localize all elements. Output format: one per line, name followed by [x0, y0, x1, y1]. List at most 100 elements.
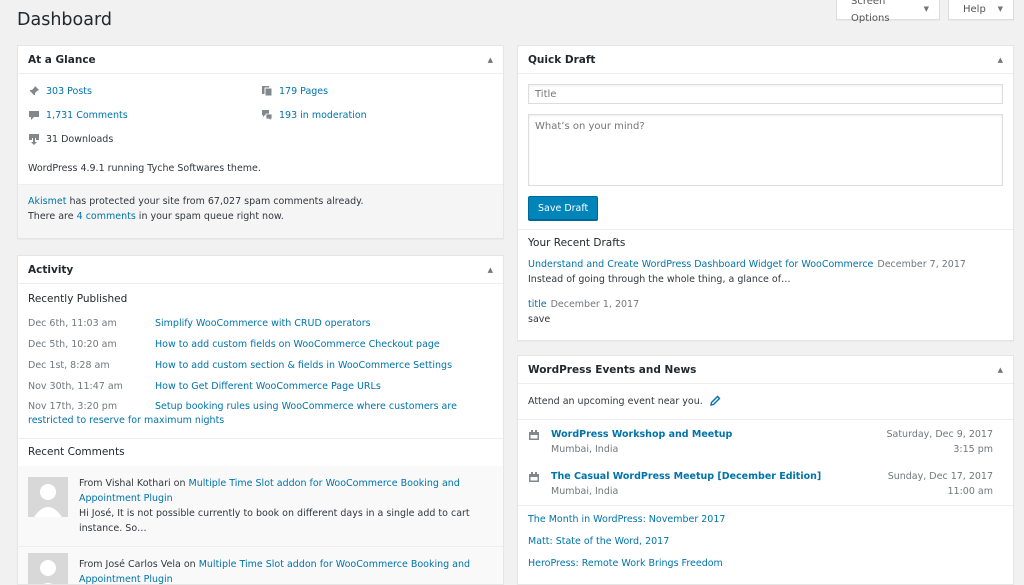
draft-item: Understand and Create WordPress Dashboar… — [528, 257, 1003, 287]
post-date: Nov 17th, 3:20 pm — [28, 401, 118, 412]
help-label: Help — [963, 4, 986, 15]
news-link[interactable]: The Month in WordPress: November 2017 — [528, 514, 725, 525]
event-location: Mumbai, India — [551, 486, 619, 497]
save-draft-button[interactable]: Save Draft — [528, 196, 599, 220]
caret-down-icon: ▼ — [997, 5, 1003, 13]
pencil-edit-icon[interactable] — [709, 395, 721, 407]
glance-pages-link[interactable]: 179 Pages — [279, 86, 328, 97]
quick-draft-widget: Quick Draft ▲ Save Draft Your Recent Dra… — [517, 45, 1014, 341]
recently-published-heading: Recently Published — [28, 293, 128, 305]
comment-item: From José Carlos Vela on Multiple Time S… — [18, 547, 503, 584]
glance-items: 303 Posts 179 Pages 1,731 Comments 193 i… — [18, 74, 503, 145]
akismet-line2-pre: There are — [28, 211, 77, 222]
pin-icon — [29, 86, 39, 96]
draft-title-link[interactable]: Understand and Create WordPress Dashboar… — [528, 259, 873, 270]
comment-author: From Vishal Kothari on — [79, 478, 189, 489]
widget-title: Activity — [28, 263, 74, 276]
draft-date: December 1, 2017 — [550, 299, 640, 310]
calendar-meetup-icon — [529, 472, 539, 482]
wordpress-version-text: WordPress 4.9.1 running Tyche Softwares … — [28, 163, 261, 174]
post-date: Dec 5th, 10:20 am — [28, 339, 117, 350]
divider — [518, 419, 1013, 420]
glance-comments-link[interactable]: 1,731 Comments — [46, 110, 128, 121]
list-item: Nov 17th, 3:20 pm Setup booking rules us… — [28, 400, 463, 428]
events-intro-text: Attend an upcoming event near you. — [528, 395, 703, 407]
at-a-glance-widget: At a Glance ▲ 303 Posts 179 Pages 1,731 … — [17, 45, 504, 239]
collapse-toggle-icon[interactable]: ▲ — [998, 56, 1003, 64]
event-item: The Casual WordPress Meetup [December Ed… — [518, 469, 1013, 501]
glance-comments[interactable]: 1,731 Comments — [28, 109, 128, 121]
comment-item: From Vishal Kothari on Multiple Time Slo… — [18, 466, 503, 546]
news-link[interactable]: Matt: State of the Word, 2017 — [528, 536, 669, 547]
events-intro: Attend an upcoming event near you. — [528, 395, 721, 407]
recent-comments-heading: Recent Comments — [28, 446, 125, 458]
post-link[interactable]: How to Get Different WooCommerce Page UR… — [155, 380, 493, 394]
draft-item: title December 1, 2017 save — [528, 297, 1003, 327]
pages-icon — [262, 86, 273, 97]
divider — [518, 229, 1013, 230]
event-time: 11:00 am — [947, 486, 993, 497]
events-news-widget: WordPress Events and News ▲ Attend an up… — [517, 355, 1014, 585]
screen-options-button[interactable]: Screen Options ▼ — [836, 0, 940, 24]
news-link[interactable]: HeroPress: Remote Work Brings Freedom — [528, 558, 723, 569]
help-button[interactable]: Help ▼ — [948, 0, 1014, 20]
glance-posts[interactable]: 303 Posts — [28, 85, 92, 97]
spam-queue-link[interactable]: 4 comments — [77, 211, 136, 222]
akismet-link[interactable]: Akismet — [28, 196, 66, 207]
post-date: Nov 30th, 11:47 am — [28, 381, 123, 392]
download-icon — [29, 134, 39, 145]
event-location: Mumbai, India — [551, 444, 619, 455]
comment-excerpt: Hi José, It is not possible currently to… — [79, 508, 470, 534]
recent-drafts-heading: Your Recent Drafts — [528, 237, 626, 249]
akismet-line2-post: in your spam queue right now. — [135, 211, 284, 222]
widget-title: WordPress Events and News — [528, 363, 697, 376]
screen-options-label: Screen Options — [851, 0, 890, 24]
calendar-meetup-icon — [529, 430, 539, 440]
glance-moderation-link[interactable]: 193 in moderation — [279, 110, 367, 121]
screen-meta-links: Screen Options ▼ Help ▼ — [836, 0, 1014, 24]
post-date: Dec 6th, 11:03 am — [28, 318, 117, 329]
draft-title-input[interactable] — [528, 84, 1003, 104]
widget-title: Quick Draft — [528, 53, 596, 66]
caret-down-icon: ▼ — [923, 5, 929, 13]
event-time: 3:15 pm — [953, 444, 993, 455]
post-link[interactable]: Simplify WooCommerce with CRUD operators — [155, 317, 493, 331]
event-title-link[interactable]: The Casual WordPress Meetup [December Ed… — [551, 469, 821, 484]
divider — [18, 438, 503, 439]
avatar — [28, 477, 68, 517]
glance-posts-link[interactable]: 303 Posts — [46, 86, 92, 97]
glance-downloads: 31 Downloads — [28, 133, 113, 145]
avatar-placeholder-icon — [28, 553, 68, 584]
activity-widget: Activity ▲ Recently Published Dec 6th, 1… — [17, 255, 504, 585]
widget-header[interactable]: WordPress Events and News ▲ — [518, 356, 1013, 384]
widget-header[interactable]: Activity ▲ — [18, 256, 503, 284]
comment-author: From José Carlos Vela on — [79, 559, 199, 570]
akismet-summary: Akismet has protected your site from 67,… — [18, 184, 503, 238]
collapse-toggle-icon[interactable]: ▲ — [998, 366, 1003, 374]
avatar-placeholder-icon — [28, 477, 68, 517]
glance-downloads-label: 31 Downloads — [46, 133, 114, 145]
comment-body: From José Carlos Vela on Multiple Time S… — [79, 557, 478, 584]
event-item: WordPress Workshop and Meetup Mumbai, In… — [518, 427, 1013, 459]
collapse-toggle-icon[interactable]: ▲ — [488, 266, 493, 274]
post-link[interactable]: How to add custom fields on WooCommerce … — [155, 338, 493, 352]
comment-icon — [29, 111, 39, 120]
avatar — [28, 553, 68, 584]
page-title: Dashboard — [17, 10, 112, 30]
widget-header[interactable]: Quick Draft ▲ — [518, 46, 1013, 74]
event-date: Sunday, Dec 17, 2017 — [887, 471, 993, 482]
glance-moderation[interactable]: 193 in moderation — [261, 109, 367, 121]
widget-header[interactable]: At a Glance ▲ — [18, 46, 503, 74]
collapse-toggle-icon[interactable]: ▲ — [488, 56, 493, 64]
post-link[interactable]: How to add custom section & fields in Wo… — [155, 359, 493, 373]
widget-title: At a Glance — [28, 53, 96, 66]
comment-body: From Vishal Kothari on Multiple Time Slo… — [79, 476, 473, 536]
akismet-line1-text: has protected your site from 67,027 spam… — [66, 196, 364, 207]
draft-excerpt: Instead of going through the whole thing… — [528, 274, 791, 285]
draft-date: December 7, 2017 — [877, 259, 966, 270]
glance-pages[interactable]: 179 Pages — [261, 85, 328, 97]
draft-excerpt: save — [528, 314, 551, 325]
event-title-link[interactable]: WordPress Workshop and Meetup — [551, 427, 732, 442]
draft-content-textarea[interactable] — [528, 114, 1003, 186]
draft-title-link[interactable]: title — [528, 299, 547, 310]
